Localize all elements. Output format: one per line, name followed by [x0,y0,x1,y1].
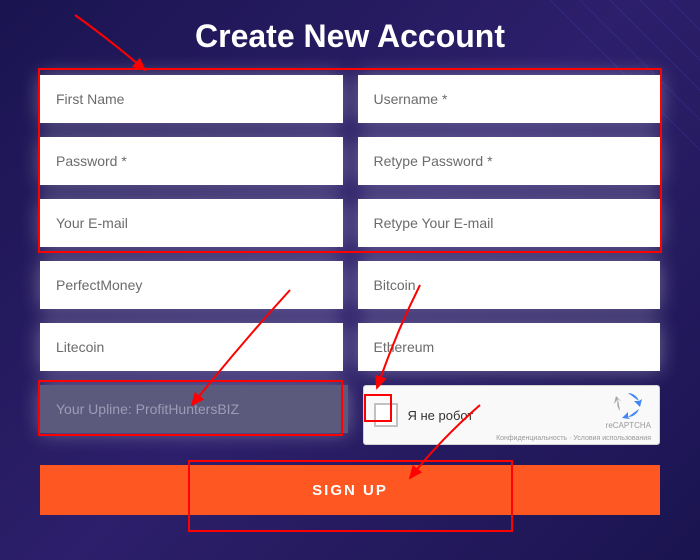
first-name-input[interactable] [40,75,343,123]
recaptcha-icon [614,391,642,419]
litecoin-input[interactable] [40,323,343,371]
username-input[interactable] [358,75,661,123]
recaptcha-widget[interactable]: Я не робот reCAPTCHA Конфиденциальность … [363,385,661,445]
email-input[interactable] [40,199,343,247]
recaptcha-label: Я не робот [408,408,474,423]
bitcoin-input[interactable] [358,261,661,309]
recaptcha-checkbox[interactable] [374,403,398,427]
recaptcha-logo-section: reCAPTCHA [606,391,651,430]
signup-button[interactable]: SIGN UP [40,465,660,515]
upline-field [40,385,348,433]
signup-form: Я не робот reCAPTCHA Конфиденциальность … [0,75,700,515]
recaptcha-brand: reCAPTCHA [606,421,651,430]
password-input[interactable] [40,137,343,185]
retype-password-input[interactable] [358,137,661,185]
retype-email-input[interactable] [358,199,661,247]
ethereum-input[interactable] [358,323,661,371]
recaptcha-footer: Конфиденциальность · Условия использован… [496,435,651,442]
perfectmoney-input[interactable] [40,261,343,309]
